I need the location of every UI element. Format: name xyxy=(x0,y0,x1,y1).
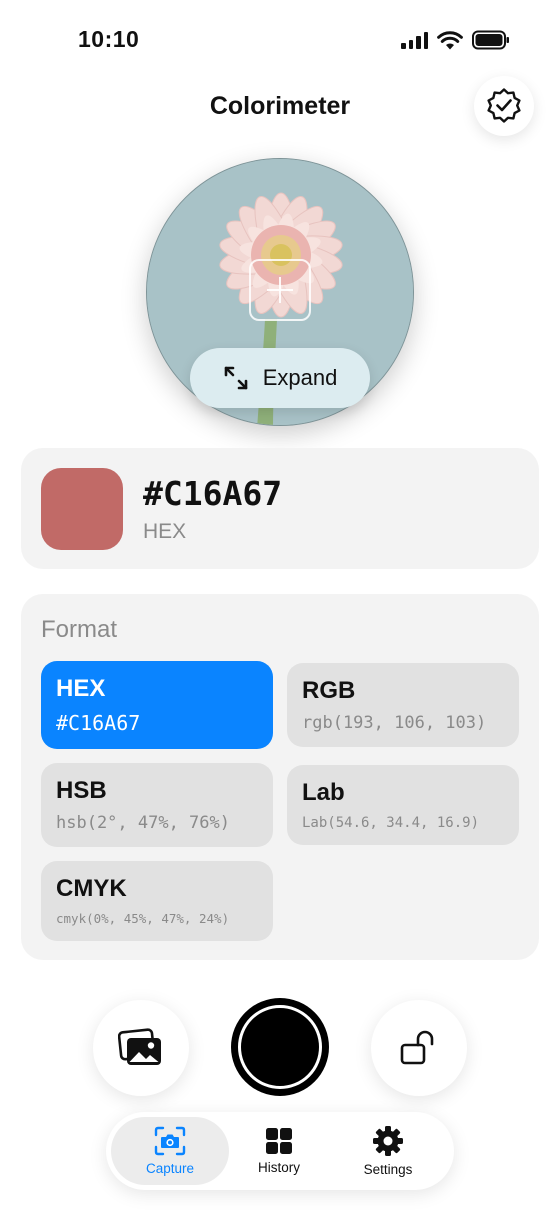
format-option-hex[interactable]: HEX #C16A67 xyxy=(41,661,273,749)
format-title: Format xyxy=(41,616,118,643)
current-color-card: #C16A67 HEX xyxy=(21,448,539,569)
lock-button[interactable] xyxy=(371,1000,467,1096)
battery-icon xyxy=(472,30,510,50)
expand-button[interactable]: Expand xyxy=(190,348,370,408)
color-swatch xyxy=(41,468,123,550)
camera-viewfinder-icon xyxy=(154,1126,186,1156)
format-value: Lab(54.6, 34.4, 16.9) xyxy=(302,815,480,831)
tab-history[interactable]: History xyxy=(227,1117,331,1185)
expand-arrows-icon xyxy=(224,366,247,390)
current-hex-value[interactable]: #C16A67 xyxy=(143,474,282,513)
format-name: HSB xyxy=(56,777,107,804)
shutter-icon xyxy=(238,1005,322,1089)
verified-badge-button[interactable] xyxy=(474,76,534,136)
format-card: Format HEX #C16A67 RGB rgb(193, 106, 103… xyxy=(21,594,539,960)
format-value: #C16A67 xyxy=(56,711,141,735)
photos-icon xyxy=(118,1028,161,1065)
tab-capture[interactable]: Capture xyxy=(111,1117,229,1185)
cellular-signal-icon xyxy=(401,31,428,49)
format-option-lab[interactable]: Lab Lab(54.6, 34.4, 16.9) xyxy=(287,765,519,845)
tab-settings[interactable]: Settings xyxy=(336,1117,440,1185)
status-bar: 10:10 xyxy=(0,0,560,84)
sampling-crosshair[interactable] xyxy=(249,259,311,321)
format-option-rgb[interactable]: RGB rgb(193, 106, 103) xyxy=(287,663,519,747)
grid-icon xyxy=(266,1128,292,1154)
wifi-icon xyxy=(437,30,463,49)
gear-icon xyxy=(373,1126,403,1156)
format-option-hsb[interactable]: HSB hsb(2°, 47%, 76%) xyxy=(41,763,273,847)
format-value: cmyk(0%, 45%, 47%, 24%) xyxy=(56,911,230,926)
format-value: hsb(2°, 47%, 76%) xyxy=(56,813,230,833)
status-time: 10:10 xyxy=(78,26,140,52)
status-icons xyxy=(401,30,510,50)
format-name: Lab xyxy=(302,779,345,806)
format-name: RGB xyxy=(302,677,356,704)
tab-bar: Capture History Settings xyxy=(106,1112,454,1190)
photo-library-button[interactable] xyxy=(93,1000,189,1096)
tab-label: Settings xyxy=(363,1162,413,1177)
lock-open-icon xyxy=(400,1030,434,1065)
format-value: rgb(193, 106, 103) xyxy=(302,713,487,733)
current-format-label: HEX xyxy=(143,520,187,543)
format-name: CMYK xyxy=(56,875,127,902)
tab-label: Capture xyxy=(145,1161,195,1176)
tab-label: History xyxy=(257,1160,300,1175)
checkmark-seal-icon xyxy=(487,88,521,123)
format-name: HEX xyxy=(56,675,106,702)
expand-label: Expand xyxy=(262,365,338,390)
shutter-button[interactable] xyxy=(231,998,329,1096)
format-option-cmyk[interactable]: CMYK cmyk(0%, 45%, 47%, 24%) xyxy=(41,861,273,941)
